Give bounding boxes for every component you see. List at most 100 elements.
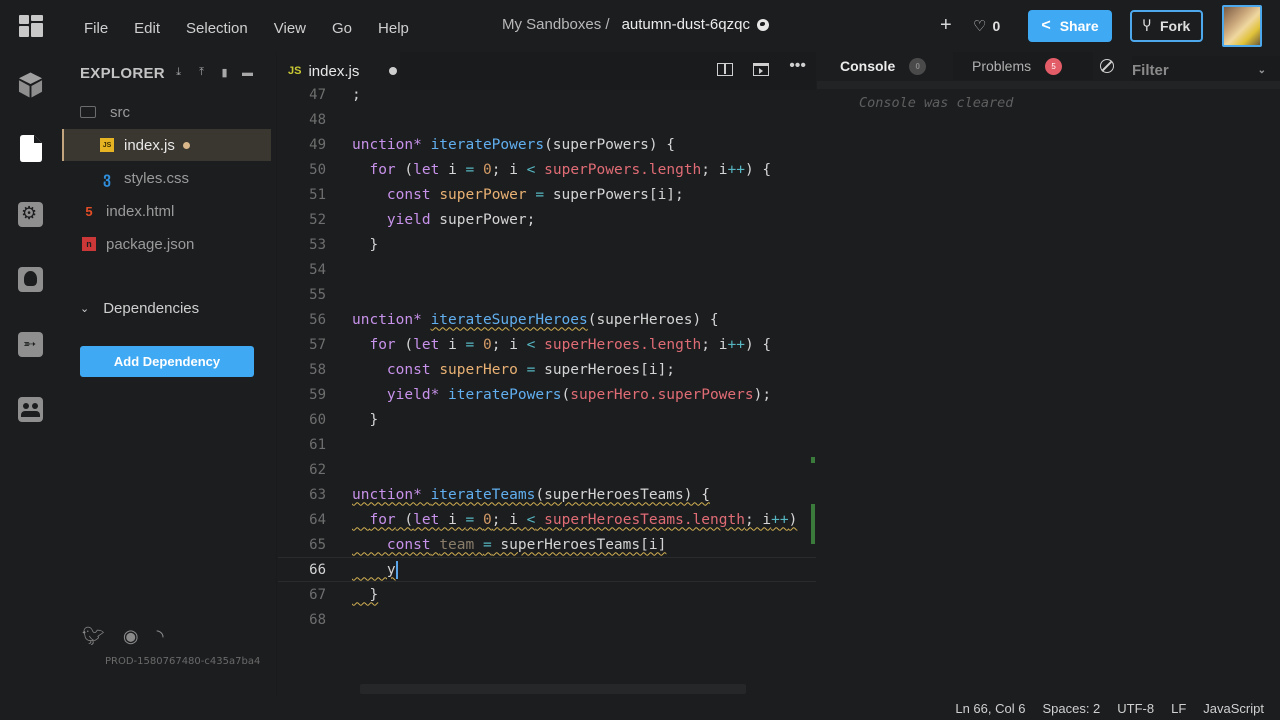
dependencies-section-toggle[interactable]: ⌄ Dependencies xyxy=(80,300,199,317)
code-line: 54 xyxy=(309,261,326,278)
upload-icon[interactable]: ⤒ xyxy=(195,66,208,79)
menu-view[interactable]: View xyxy=(274,20,306,37)
code-text: const superHero = superHeroes[i]; xyxy=(386,361,676,378)
file-name: index.html xyxy=(106,202,175,220)
breadcrumb-my-sandboxes[interactable]: My Sandboxes / xyxy=(502,16,610,33)
code-text: unction* iterateSuperHeroes(superHeroes)… xyxy=(352,311,719,328)
top-bar: File Edit Selection View Go Help My Sand… xyxy=(0,0,1280,52)
add-dependency-button[interactable]: Add Dependency xyxy=(80,346,254,377)
language-mode[interactable]: JavaScript xyxy=(1203,701,1264,716)
codesandbox-logo-icon[interactable] xyxy=(19,15,43,37)
code-line: 57 for (let i = 0; i < superHeroes.lengt… xyxy=(309,336,772,353)
gear-icon[interactable]: ⚙ xyxy=(18,202,43,227)
codesandbox-window: File Edit Selection View Go Help My Sand… xyxy=(0,0,1280,720)
html-file-icon: 5 xyxy=(85,203,93,219)
horizontal-scrollbar[interactable] xyxy=(360,684,746,694)
code-line: 67 } xyxy=(309,586,379,603)
unsaved-dot-icon[interactable] xyxy=(389,67,398,75)
code-text: y xyxy=(352,560,398,579)
code-text: yield* iteratePowers(superHero.superPowe… xyxy=(386,386,772,403)
code-text: for (let i = 0; i < superHeroes.length; … xyxy=(369,336,772,353)
console-divider xyxy=(817,81,1280,89)
new-folder-icon[interactable]: ▬ xyxy=(241,66,254,79)
code-editor: JS index.js ••• 47 ; 48 49 unction* iter… xyxy=(278,52,816,720)
code-line: 50 for (let i = 0; i < superPowers.lengt… xyxy=(309,161,772,178)
code-line: 68 xyxy=(309,611,326,628)
file-icon[interactable] xyxy=(18,135,43,162)
code-line: 63 unction* iterateTeams(superHeroesTeam… xyxy=(309,486,710,503)
download-icon[interactable]: ⤓ xyxy=(172,66,185,79)
dependencies-label: Dependencies xyxy=(103,300,200,317)
build-version: PROD-1580767480-c435a7ba4 xyxy=(105,656,261,667)
indentation[interactable]: Spaces: 2 xyxy=(1042,701,1100,716)
code-line: 55 xyxy=(309,286,326,303)
console-filter-input[interactable]: Filter ⌄ xyxy=(1132,56,1280,84)
code-line: 49 unction* iteratePowers(superPowers) { xyxy=(309,136,676,153)
clear-console-icon[interactable] xyxy=(1100,59,1114,73)
menu-file[interactable]: File xyxy=(84,20,108,37)
js-file-icon: JS xyxy=(288,65,302,77)
heart-icon: ♡ xyxy=(973,18,987,35)
menu-bar: File Edit Selection View Go Help xyxy=(84,20,435,37)
menu-help[interactable]: Help xyxy=(378,20,409,37)
code-line: 59 yield* iteratePowers(superHero.superP… xyxy=(309,386,772,403)
menu-edit[interactable]: Edit xyxy=(134,20,160,37)
code-line: 61 xyxy=(309,436,326,453)
file-tree-item-styles-css[interactable]: ვ styles.css xyxy=(62,162,271,194)
code-line: 56 unction* iterateSuperHeroes(superHero… xyxy=(309,311,719,328)
code-text: const team = superHeroesTeams[i] xyxy=(386,536,667,553)
status-items: Ln 66, Col 6 Spaces: 2 UTF-8 LF JavaScri… xyxy=(955,701,1264,716)
js-file-icon: JS xyxy=(100,138,114,152)
twitter-icon[interactable]: 🐦︎ xyxy=(82,626,105,647)
explorer-sidebar: EXPLORER ⤓ ⤒ ▮ ▬ src JS index.js ვ style… xyxy=(62,52,277,720)
code-line: 48 xyxy=(309,111,326,128)
cursor-position[interactable]: Ln 66, Col 6 xyxy=(955,701,1025,716)
modified-indicator xyxy=(182,141,190,149)
spectrum-icon[interactable]: ◝ xyxy=(157,626,164,647)
share-icon: < xyxy=(1041,17,1051,34)
file-tree-folder-src[interactable]: src xyxy=(62,96,271,128)
file-name: src xyxy=(110,103,130,121)
sandbox-title[interactable]: autumn-dust-6qzqc xyxy=(622,16,750,33)
encoding[interactable]: UTF-8 xyxy=(1117,701,1154,716)
share-button[interactable]: < Share xyxy=(1028,10,1112,42)
fork-icon: Ⴤ xyxy=(1142,17,1151,34)
cube-icon[interactable] xyxy=(18,72,43,97)
code-line-current: 66 y xyxy=(278,557,816,582)
code-text: unction* iteratePowers(superPowers) { xyxy=(352,136,676,153)
code-line: 62 xyxy=(309,461,326,478)
code-line: 65 const team = superHeroesTeams[i] xyxy=(309,536,667,553)
tab-problems[interactable]: Problems 5 xyxy=(953,52,1093,80)
menu-go[interactable]: Go xyxy=(332,20,352,37)
user-avatar[interactable] xyxy=(1222,5,1262,47)
globe-icon[interactable] xyxy=(756,18,769,31)
rocket-icon[interactable]: ➶ xyxy=(18,332,43,357)
overview-ruler-marker xyxy=(811,504,815,544)
new-sandbox-button[interactable]: + xyxy=(940,14,952,37)
console-message: Console was cleared xyxy=(859,95,1014,111)
split-editor-icon[interactable] xyxy=(717,63,734,76)
tab-label: index.js xyxy=(308,62,360,80)
fork-label: Fork xyxy=(1159,18,1191,34)
more-actions-icon[interactable]: ••• xyxy=(789,58,806,76)
file-tree-item-index-html[interactable]: 5 index.html xyxy=(62,195,271,227)
code-text: } xyxy=(352,586,379,603)
github-icon[interactable]: ◉ xyxy=(123,626,139,647)
file-tree-item-index-js[interactable]: JS index.js xyxy=(62,129,271,161)
breadcrumb: My Sandboxes / autumn-dust-6qzqc xyxy=(502,16,769,33)
file-tree-item-package-json[interactable]: n package.json xyxy=(62,228,271,260)
tab-console[interactable]: Console 0 xyxy=(840,52,927,80)
likes-count: 0 xyxy=(992,18,1001,34)
open-preview-icon[interactable] xyxy=(753,63,770,76)
chevron-down-icon: ⌄ xyxy=(80,303,90,315)
menu-selection[interactable]: Selection xyxy=(186,20,248,37)
github-icon[interactable] xyxy=(18,267,43,292)
chevron-down-icon[interactable]: ⌄ xyxy=(1258,65,1266,76)
folder-icon xyxy=(80,106,96,118)
code-line: 47 ; xyxy=(309,86,361,103)
like-button[interactable]: ♡ 0 xyxy=(973,17,1000,35)
new-file-icon[interactable]: ▮ xyxy=(218,66,231,79)
line-ending[interactable]: LF xyxy=(1171,701,1186,716)
users-icon[interactable] xyxy=(18,397,43,422)
fork-button[interactable]: Ⴤ Fork xyxy=(1130,10,1203,42)
